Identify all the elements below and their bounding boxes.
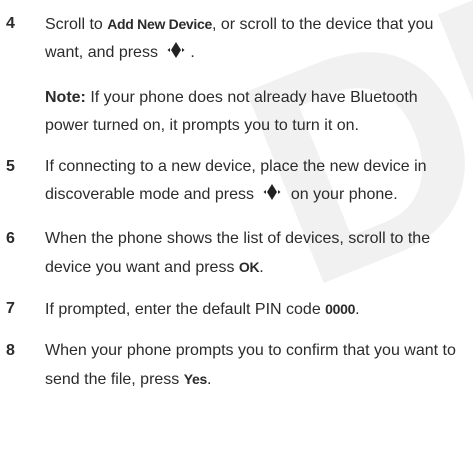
step-text: If prompted, enter the default PIN code … — [45, 295, 459, 324]
step-text-segment: on your phone. — [286, 186, 398, 203]
step-number: 5 — [6, 158, 15, 175]
key-ok: OK — [238, 259, 260, 275]
step-body: When the phone shows the list of devices… — [45, 225, 459, 282]
step-7: 7 If prompted, enter the default PIN cod… — [6, 295, 459, 324]
step-text-segment: . — [259, 259, 264, 276]
step-8: 8 When your phone prompts you to confirm… — [6, 337, 459, 394]
step-body: If connecting to a new device, place the… — [45, 153, 459, 212]
note-text: If your phone does not already have Blue… — [45, 89, 418, 134]
step-text-segment: Scroll to — [45, 16, 108, 33]
step-text: When your phone prompts you to confirm t… — [45, 337, 459, 394]
step-text-segment: . — [355, 301, 360, 318]
note-label: Note: — [45, 89, 86, 106]
step-number: 4 — [6, 15, 15, 32]
nav-key-select-icon — [164, 40, 188, 70]
step-text: Scroll to Add New Device, or scroll to t… — [45, 10, 459, 70]
step-body: When your phone prompts you to confirm t… — [45, 337, 459, 394]
step-number: 6 — [6, 230, 15, 247]
key-yes: Yes — [183, 371, 208, 387]
step-text-segment: . — [207, 371, 212, 388]
step-6: 6 When the phone shows the list of devic… — [6, 225, 459, 282]
step-number: 8 — [6, 342, 15, 359]
step-text-segment: . — [190, 44, 195, 61]
step-5: 5 If connecting to a new device, place t… — [6, 153, 459, 212]
step-text-segment: If prompted, enter the default PIN code — [45, 301, 326, 318]
nav-key-select-icon — [260, 182, 284, 212]
note: Note: If your phone does not already hav… — [45, 84, 459, 140]
step-text-segment: When the phone shows the list of devices… — [45, 230, 431, 276]
pin-code: 0000 — [325, 301, 356, 317]
step-4: 4 Scroll to Add New Device, or scroll to… — [6, 10, 459, 140]
step-text: When the phone shows the list of devices… — [45, 225, 459, 282]
step-number: 7 — [6, 300, 15, 317]
step-text: If connecting to a new device, place the… — [45, 153, 459, 212]
step-body: Scroll to Add New Device, or scroll to t… — [45, 10, 459, 140]
instruction-steps: 4 Scroll to Add New Device, or scroll to… — [0, 0, 473, 394]
menu-option-add-new-device: Add New Device — [107, 16, 212, 32]
step-text-segment: When your phone prompts you to confirm t… — [45, 342, 456, 388]
step-body: If prompted, enter the default PIN code … — [45, 295, 459, 324]
